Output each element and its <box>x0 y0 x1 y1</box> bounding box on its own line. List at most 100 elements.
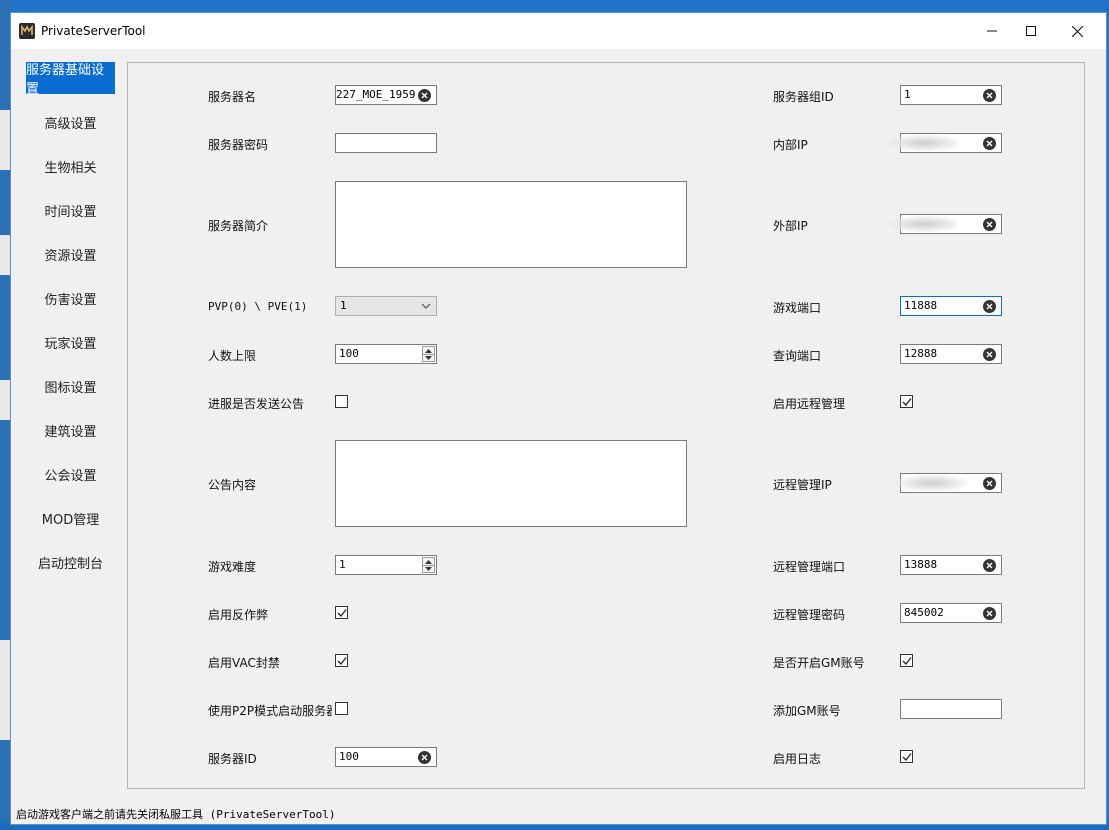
remote-admin-checkbox[interactable] <box>900 395 913 408</box>
join-notice-label: 进服是否发送公告 <box>208 397 305 411</box>
clear-icon[interactable] <box>983 559 996 572</box>
pvp-pve-select[interactable]: 1 <box>335 296 437 316</box>
logging-checkbox[interactable] <box>900 750 913 763</box>
server-desc-label: 服务器简介 <box>208 219 269 233</box>
max-players-stepper[interactable]: 100 <box>335 344 437 364</box>
gm-enabled-label: 是否开启GM账号 <box>773 656 865 670</box>
clear-icon[interactable] <box>983 218 996 231</box>
remote-admin-ip-field[interactable] <box>897 473 1002 493</box>
sidebar-item-damage[interactable]: 伤害设置 <box>26 282 115 314</box>
clear-icon[interactable] <box>983 300 996 313</box>
checkmark-icon <box>902 398 912 406</box>
stepper-up-icon[interactable] <box>423 558 434 565</box>
sidebar-item-console[interactable]: 启动控制台 <box>26 546 115 578</box>
checkmark-icon <box>337 609 347 617</box>
clear-icon[interactable] <box>983 477 996 490</box>
clear-icon[interactable] <box>983 348 996 361</box>
sidebar-item-label: 生物相关 <box>44 160 97 176</box>
sidebar-item-label: 图标设置 <box>44 380 97 396</box>
max-players-value: 100 <box>339 347 359 360</box>
clear-icon[interactable] <box>983 137 996 150</box>
redacted-blur <box>889 216 959 232</box>
app-window: PrivateServerTool 服务器基础设置 高级设置 生物相关 时间设置… <box>10 12 1107 825</box>
window-title: PrivateServerTool <box>41 24 146 38</box>
server-group-id-field[interactable]: 1 <box>900 85 1002 105</box>
redacted-blur <box>889 135 959 151</box>
sidebar-item-basic-settings[interactable]: 服务器基础设置 <box>26 62 115 97</box>
difficulty-value: 1 <box>339 558 346 571</box>
difficulty-label: 游戏难度 <box>208 560 257 574</box>
remote-admin-password-value: 845002 <box>904 606 944 619</box>
remote-admin-port-field[interactable]: 13888 <box>900 555 1002 575</box>
sidebar-item-icons[interactable]: 图标设置 <box>26 370 115 402</box>
sidebar-item-label: 资源设置 <box>44 248 97 264</box>
close-icon <box>1071 25 1083 37</box>
sidebar-item-players[interactable]: 玩家设置 <box>26 326 115 358</box>
notice-content-textarea[interactable] <box>335 440 687 527</box>
sidebar-item-label: 建筑设置 <box>44 424 97 440</box>
checkmark-icon <box>337 657 347 665</box>
game-port-value: 11888 <box>904 299 938 312</box>
anticheat-checkbox[interactable] <box>335 606 348 619</box>
sidebar-item-label: 伤害设置 <box>44 292 97 308</box>
server-password-label: 服务器密码 <box>208 138 269 152</box>
stepper-up-icon[interactable] <box>423 347 434 354</box>
p2p-mode-checkbox[interactable] <box>335 702 348 715</box>
join-notice-checkbox[interactable] <box>335 395 348 408</box>
query-port-value: 12888 <box>904 347 938 360</box>
clear-icon[interactable] <box>983 607 996 620</box>
title-bar[interactable]: PrivateServerTool <box>11 13 1106 49</box>
close-button[interactable] <box>1054 13 1100 49</box>
stepper-buttons[interactable] <box>422 346 435 362</box>
settings-panel: 服务器名 227_MOE_1959 服务器密码 服务器简介 PVP(0) \ P… <box>127 62 1085 789</box>
query-port-field[interactable]: 12888 <box>900 344 1002 364</box>
sidebar-item-label: 玩家设置 <box>44 336 97 352</box>
sidebar-item-label: 高级设置 <box>44 116 97 132</box>
redacted-blur <box>897 475 967 491</box>
maximize-button[interactable] <box>1008 13 1054 49</box>
sidebar-item-label: 启动控制台 <box>37 556 103 572</box>
server-desc-textarea[interactable] <box>335 181 687 268</box>
server-name-label: 服务器名 <box>208 90 257 104</box>
clear-icon[interactable] <box>983 89 996 102</box>
maximize-icon <box>1026 26 1036 36</box>
difficulty-stepper[interactable]: 1 <box>335 555 437 575</box>
server-name-field[interactable]: 227_MOE_1959 <box>335 85 437 105</box>
server-name-value: 227_MOE_1959 <box>336 88 416 101</box>
sidebar-item-mods[interactable]: MOD管理 <box>26 502 115 534</box>
remote-admin-label: 启用远程管理 <box>773 397 846 411</box>
sidebar-item-creatures[interactable]: 生物相关 <box>26 150 115 182</box>
sidebar-item-time[interactable]: 时间设置 <box>26 194 115 226</box>
external-ip-field[interactable] <box>889 214 1002 234</box>
sidebar-item-buildings[interactable]: 建筑设置 <box>26 414 115 446</box>
server-id-label: 服务器ID <box>208 752 257 766</box>
sidebar-item-label: MOD管理 <box>41 512 100 528</box>
clear-icon[interactable] <box>418 89 431 102</box>
remote-admin-password-field[interactable]: 845002 <box>900 603 1002 623</box>
remote-admin-port-label: 远程管理端口 <box>773 560 846 574</box>
status-text: 启动游戏客户端之前请先关闭私服工具 (PrivateServerTool) <box>16 808 336 821</box>
server-id-field[interactable]: 100 <box>335 747 437 767</box>
sidebar-item-guilds[interactable]: 公会设置 <box>26 458 115 490</box>
logging-label: 启用日志 <box>773 752 822 766</box>
checkmark-icon <box>902 753 912 761</box>
notice-content-label: 公告内容 <box>208 478 257 492</box>
stepper-down-icon[interactable] <box>423 565 434 572</box>
chevron-down-icon <box>421 303 431 309</box>
gm-enabled-checkbox[interactable] <box>900 654 913 667</box>
pvp-pve-label: PVP(0) \ PVE(1) <box>208 300 308 313</box>
vac-ban-checkbox[interactable] <box>335 654 348 667</box>
sidebar-item-advanced[interactable]: 高级设置 <box>26 106 115 138</box>
add-gm-field[interactable] <box>900 699 1002 719</box>
game-port-field[interactable]: 11888 <box>900 296 1002 316</box>
sidebar-item-label: 时间设置 <box>44 204 97 220</box>
stepper-down-icon[interactable] <box>423 354 434 361</box>
query-port-label: 查询端口 <box>773 349 822 363</box>
stepper-buttons[interactable] <box>422 557 435 573</box>
internal-ip-field[interactable] <box>889 133 1002 153</box>
server-password-field[interactable] <box>335 133 437 153</box>
server-id-value: 100 <box>339 750 359 763</box>
sidebar-item-resources[interactable]: 资源设置 <box>26 238 115 270</box>
server-group-id-value: 1 <box>904 88 911 101</box>
clear-icon[interactable] <box>418 751 431 764</box>
